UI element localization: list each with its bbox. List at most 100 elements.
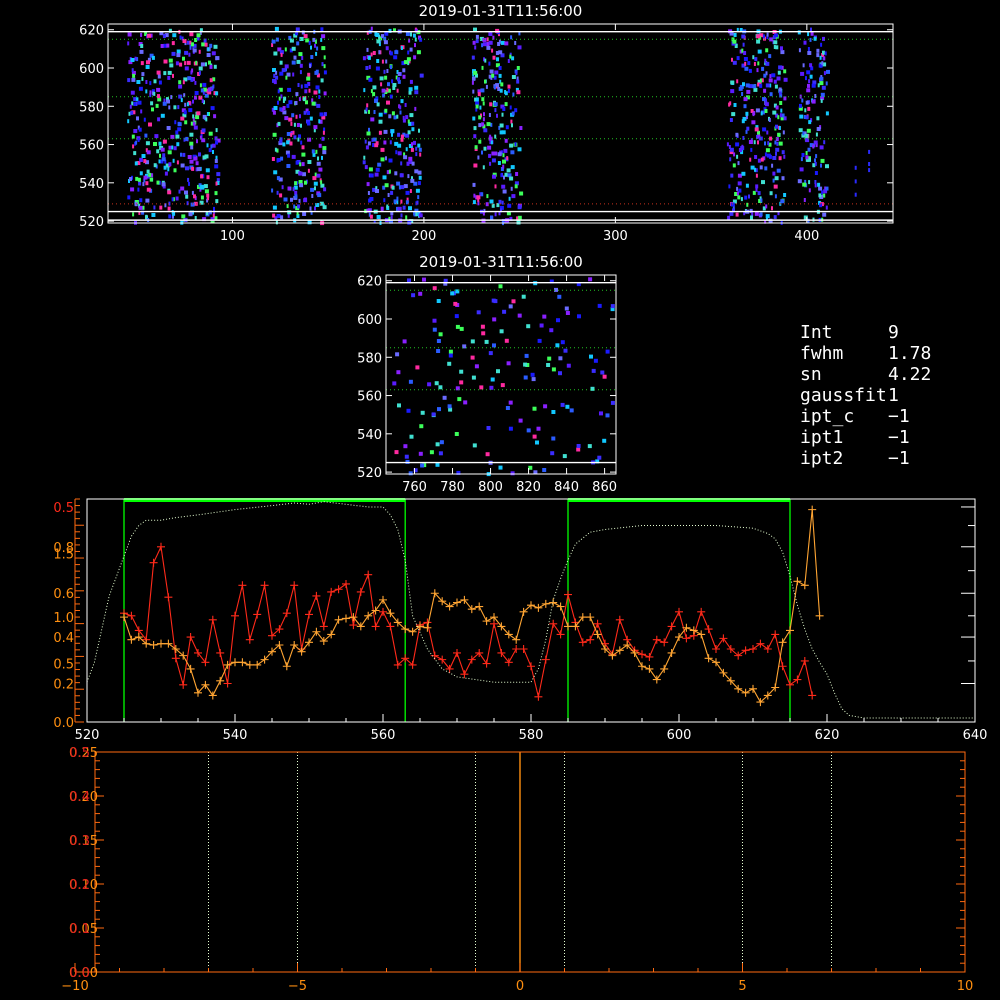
speckle-pixel <box>868 162 871 166</box>
speckle-pixel <box>145 214 148 219</box>
speckle-pixel <box>757 130 760 135</box>
speckle-pixel <box>130 187 135 192</box>
speckle-pixel <box>304 89 308 94</box>
speckle-pixel <box>498 284 503 289</box>
speckle-pixel <box>767 141 770 146</box>
speckle-pixel <box>854 179 857 184</box>
speckle-pixel <box>737 161 740 166</box>
speckle-pixel <box>191 190 194 195</box>
speckle-pixel <box>802 63 805 68</box>
speckle-pixel <box>277 100 279 105</box>
x-tick-label: 100 <box>220 229 245 244</box>
speckle-pixel <box>805 100 809 105</box>
speckle-pixel <box>398 185 401 190</box>
speckle-pixel <box>450 291 455 296</box>
speckle-pixel <box>280 215 284 220</box>
speckle-pixel <box>806 88 811 93</box>
speckle-pixel <box>206 175 210 180</box>
speckle-pixel <box>364 139 367 144</box>
speckle-pixel <box>750 165 755 170</box>
speckle-pixel <box>504 102 508 107</box>
speckle-pixel <box>454 314 459 319</box>
speckle-pixel <box>408 90 412 95</box>
speckle-pixel <box>194 80 197 85</box>
speckle-pixel <box>825 186 829 191</box>
speckle-pixel <box>760 111 763 116</box>
speckle-pixel <box>486 426 491 430</box>
speckle-pixel <box>323 91 327 96</box>
info-row-fwhm: fwhm 1.78 <box>800 343 931 364</box>
speckle-pixel <box>213 64 217 69</box>
speckle-pixel <box>727 215 731 220</box>
speckle-pixel <box>303 34 308 39</box>
speckle-pixel <box>402 74 406 79</box>
speckle-pixel <box>807 51 812 55</box>
speckle-pixel <box>803 198 806 202</box>
orange-series-point <box>157 639 165 648</box>
speckle-pixel <box>206 112 209 116</box>
speckle-pixel <box>419 424 424 429</box>
speckle-pixel <box>500 40 505 45</box>
speckle-pixel <box>366 131 371 136</box>
speckle-pixel <box>176 53 181 58</box>
speckle-pixel <box>488 153 492 158</box>
speckle-pixel <box>172 73 174 78</box>
speckle-pixel <box>506 361 511 366</box>
speckle-pixel <box>510 35 513 40</box>
speckle-pixel <box>282 142 286 147</box>
speckle-pixel <box>139 171 143 176</box>
red-series-point <box>586 635 595 644</box>
speckle-pixel <box>133 151 137 156</box>
speckle-pixel <box>776 76 781 81</box>
speckle-pixel <box>438 332 443 337</box>
speckle-pixel <box>191 166 195 171</box>
speckle-pixel <box>158 80 162 85</box>
speckle-pixel <box>201 128 206 133</box>
speckle-pixel <box>307 220 312 225</box>
y-tick-label: 0.5 <box>53 501 74 516</box>
speckle-pixel <box>391 185 395 190</box>
speckle-pixel <box>800 157 803 162</box>
speckle-pixel <box>413 55 417 60</box>
speckle-pixel <box>409 79 413 84</box>
speckle-pixel <box>368 167 373 172</box>
speckle-pixel <box>806 70 811 75</box>
speckle-pixel <box>196 139 198 144</box>
speckle-pixel <box>455 386 460 391</box>
speckle-pixel <box>507 59 510 63</box>
speckle-pixel <box>504 172 508 177</box>
speckle-pixel <box>511 123 513 128</box>
speckle-pixel <box>323 64 326 69</box>
red-series-point <box>379 607 387 616</box>
speckle-pixel <box>415 188 420 193</box>
speckle-pixel <box>300 123 302 128</box>
y-inner-label: 0.3 <box>69 834 90 849</box>
speckle-pixel <box>130 110 134 115</box>
info-label: ipt_c <box>800 406 855 427</box>
speckle-pixel <box>775 105 779 110</box>
speckle-pixel <box>731 57 733 62</box>
speckle-pixel <box>382 175 387 180</box>
speckle-pixel <box>309 64 312 68</box>
speckle-pixel <box>385 156 387 161</box>
red-series-point <box>645 652 654 661</box>
speckle-pixel <box>158 159 161 164</box>
speckle-pixel <box>145 198 150 203</box>
speckle-pixel <box>746 89 751 94</box>
speckle-pixel <box>475 34 479 39</box>
orange-series-point <box>164 639 173 648</box>
orange-series-point <box>482 617 491 626</box>
x-tick-label: 520 <box>75 728 100 743</box>
speckle-pixel <box>411 121 415 126</box>
speckle-pixel <box>362 160 366 165</box>
speckle-pixel <box>741 92 744 96</box>
speckle-pixel <box>478 123 482 128</box>
speckle-pixel <box>563 348 568 353</box>
speckle-pixel <box>164 171 168 176</box>
red-series-point <box>149 558 158 567</box>
speckle-pixel <box>590 386 595 391</box>
speckle-pixel <box>526 324 531 329</box>
speckle-pixel <box>139 49 144 54</box>
info-label: fwhm <box>800 343 844 364</box>
speckle-pixel <box>772 178 775 183</box>
